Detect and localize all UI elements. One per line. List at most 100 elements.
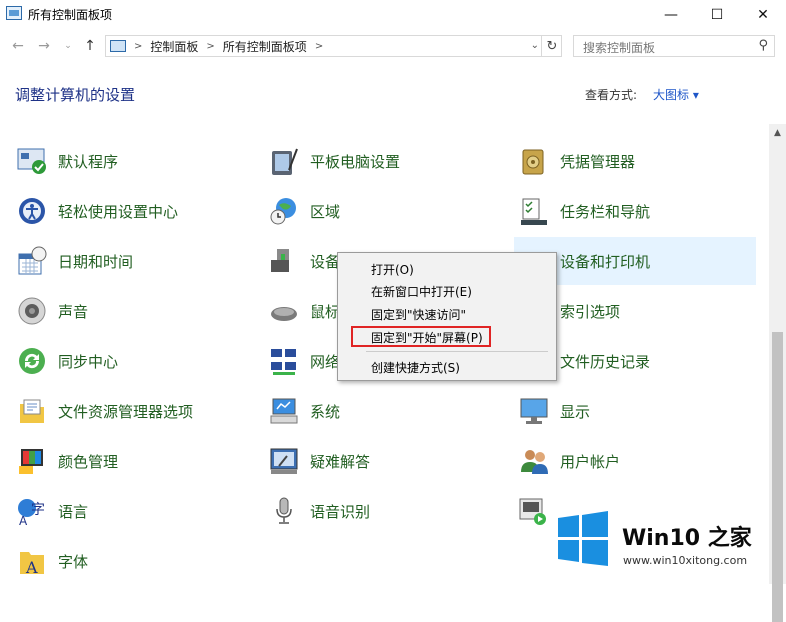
back-arrow-icon[interactable]: ← — [8, 36, 28, 56]
search-placeholder: 搜索控制面板 — [583, 41, 656, 55]
chevron-right-icon[interactable]: > — [206, 41, 214, 52]
system-icon — [268, 395, 300, 427]
cp-item-label: 用户帐户 — [560, 452, 621, 471]
view-by-label: 查看方式: — [585, 88, 638, 102]
cp-item-label: 同步中心 — [58, 352, 119, 371]
refresh-icon[interactable]: ↻ — [541, 35, 562, 57]
maximize-button[interactable]: ☐ — [694, 0, 740, 30]
svg-text:A: A — [19, 514, 28, 526]
mouse-icon — [268, 295, 300, 327]
chevron-right-icon[interactable]: > — [315, 41, 323, 52]
cp-item-taskbar[interactable]: 任务栏和导航 — [518, 191, 758, 231]
cp-item-speech-recognition[interactable]: 语音识别 — [268, 491, 508, 531]
search-input[interactable]: 搜索控制面板 ⚲ — [573, 35, 775, 57]
credential-vault-icon — [518, 145, 550, 177]
menu-item-create-shortcut[interactable]: 创建快捷方式(S) — [371, 359, 460, 376]
cp-item-label: 系统 — [310, 402, 341, 421]
cp-item-sound[interactable]: 声音 — [16, 291, 256, 331]
menu-item-pin-quick-access[interactable]: 固定到"快速访问" — [371, 306, 466, 323]
cp-item-label: 颜色管理 — [58, 452, 119, 471]
scroll-up-icon[interactable]: ▲ — [769, 124, 786, 141]
cp-item-label: 网络 — [310, 352, 341, 371]
breadcrumb-all-items[interactable]: 所有控制面板项 — [223, 38, 307, 55]
default-programs-icon — [16, 145, 48, 177]
menu-item-open-new-window[interactable]: 在新窗口中打开(E) — [371, 283, 472, 300]
cp-item-label: 凭据管理器 — [560, 152, 636, 171]
cp-item-display[interactable]: 显示 — [518, 391, 758, 431]
breadcrumb-control-panel[interactable]: 控制面板 — [150, 38, 198, 55]
title-bar: 所有控制面板项 — ☐ ✕ — [0, 0, 786, 30]
cp-item-ease-of-access[interactable]: 轻松使用设置中心 — [16, 191, 256, 231]
menu-item-pin-start[interactable]: 固定到"开始"屏幕(P) — [371, 329, 483, 346]
cp-item-system[interactable]: 系统 — [268, 391, 508, 431]
cp-item-color-management[interactable]: 颜色管理 — [16, 441, 256, 481]
watermark-url: www.win10xitong.com — [623, 554, 748, 567]
calendar-clock-icon — [16, 245, 48, 277]
cp-item-credential-manager[interactable]: 凭据管理器 — [518, 141, 758, 181]
page-title: 调整计算机的设置 — [15, 86, 136, 104]
cp-item-label: 任务栏和导航 — [560, 202, 651, 221]
cp-item-user-accounts[interactable]: 用户帐户 — [518, 441, 758, 481]
cp-item-fonts[interactable]: A 字体 — [16, 541, 256, 581]
cp-item-region[interactable]: 区域 — [268, 191, 508, 231]
troubleshooting-icon — [268, 445, 300, 477]
search-icon[interactable]: ⚲ — [758, 38, 768, 53]
cp-item-label: 区域 — [310, 202, 341, 221]
watermark-logo: Win10 之家 www.win10xitong.com — [552, 510, 782, 580]
device-icon — [268, 245, 300, 277]
language-icon: 字A — [16, 495, 48, 527]
menu-item-open[interactable]: 打开(O) — [371, 261, 414, 278]
recent-dropdown-icon[interactable]: ⌄ — [58, 36, 78, 56]
cp-item-label: 语言 — [58, 502, 89, 521]
address-control-panel-icon — [110, 40, 126, 52]
watermark-brand: Win10 之家 — [622, 526, 752, 551]
control-panel-icon — [6, 6, 22, 20]
navigation-bar: ← → ⌄ ↑ > 控制面板 > 所有控制面板项 > ⌄ ↻ 搜索控制面板 ⚲ — [0, 30, 786, 62]
cp-item-default-programs[interactable]: 默认程序 — [16, 141, 256, 181]
cp-item-label: 文件资源管理器选项 — [58, 402, 194, 421]
sync-icon — [16, 345, 48, 377]
context-menu: 打开(O) 在新窗口中打开(E) 固定到"快速访问" 固定到"开始"屏幕(P) … — [337, 252, 557, 381]
cp-item-label: 设备 — [310, 252, 341, 271]
folder-options-icon — [16, 395, 48, 427]
speaker-icon — [16, 295, 48, 327]
fonts-icon: A — [16, 545, 48, 577]
cp-item-label: 日期和时间 — [58, 252, 134, 271]
svg-text:字: 字 — [31, 502, 45, 518]
cp-item-label: 平板电脑设置 — [310, 152, 401, 171]
cp-item-date-time[interactable]: 日期和时间 — [16, 241, 256, 281]
network-icon — [268, 345, 300, 377]
cp-item-label: 声音 — [58, 302, 89, 321]
address-dropdown-icon[interactable]: ⌄ — [531, 40, 539, 51]
cp-item-folder-options[interactable]: 文件资源管理器选项 — [16, 391, 256, 431]
cp-item-language[interactable]: 字A 语言 — [16, 491, 256, 531]
close-button[interactable]: ✕ — [740, 0, 786, 30]
chevron-right-icon: > — [134, 40, 143, 52]
media-icon — [518, 495, 548, 527]
cp-item-sync-center[interactable]: 同步中心 — [16, 341, 256, 381]
tablet-icon — [268, 145, 300, 177]
cp-item-label: 轻松使用设置中心 — [58, 202, 179, 221]
address-bar[interactable]: > 控制面板 > 所有控制面板项 > ⌄ — [105, 35, 562, 57]
cp-item-troubleshooting[interactable]: 疑难解答 — [268, 441, 508, 481]
up-arrow-icon[interactable]: ↑ — [80, 36, 100, 56]
window-title: 所有控制面板项 — [28, 8, 113, 22]
minimize-button[interactable]: — — [648, 0, 694, 30]
cp-item-label: 索引选项 — [560, 302, 621, 321]
globe-clock-icon — [268, 195, 300, 227]
cp-item-label: 语音识别 — [310, 502, 371, 521]
cp-item-label: 设备和打印机 — [560, 252, 651, 271]
cp-item-label: 默认程序 — [58, 152, 119, 171]
cp-item-label: 疑难解答 — [310, 452, 371, 471]
cp-item-tablet[interactable]: 平板电脑设置 — [268, 141, 508, 181]
forward-arrow-icon[interactable]: → — [34, 36, 54, 56]
view-by-dropdown[interactable]: 大图标 ▾ — [653, 86, 699, 103]
user-accounts-icon — [518, 445, 550, 477]
microphone-icon — [268, 495, 300, 527]
cp-item-label: 鼠标 — [310, 302, 341, 321]
ease-of-access-icon — [16, 195, 48, 227]
cp-item-media[interactable] — [518, 491, 554, 531]
cp-item-label: 显示 — [560, 402, 591, 421]
color-management-icon — [16, 445, 48, 477]
cp-item-label: 文件历史记录 — [560, 352, 651, 371]
